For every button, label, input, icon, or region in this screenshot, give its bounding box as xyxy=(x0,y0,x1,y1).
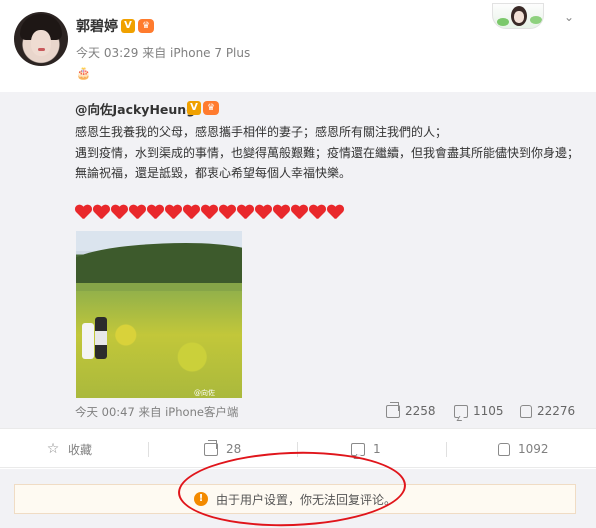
repost-meta: 今天 00:47 来自 iPhone客户端 xyxy=(75,404,238,420)
verified-badge-icon: V xyxy=(121,19,135,33)
heart-emoji-icon xyxy=(309,204,326,221)
repost-share-count: 2258 xyxy=(405,404,436,418)
heart-emoji-icon xyxy=(255,204,272,221)
heart-emoji-icon xyxy=(129,204,146,221)
reposted-content: @向佐JackyHeung V ♛ 感恩生我養我的父母，感恩攜手相伴的妻子；感恩… xyxy=(0,92,596,428)
chevron-down-icon[interactable]: ⌄ xyxy=(562,10,576,24)
repost-text-line: 無論祝福，還是詆毀，都衷心希望每個人幸福快樂。 xyxy=(75,166,352,180)
heart-emoji-icon xyxy=(183,204,200,221)
repost-comment-count: 1105 xyxy=(473,404,504,418)
cake-emoji-icon: 🎂 xyxy=(76,66,91,80)
post-time: 今天 03:29 xyxy=(76,46,139,60)
repost-share-stat[interactable]: 2258 xyxy=(386,404,436,418)
share-icon xyxy=(204,442,218,456)
like-button[interactable]: 1092 xyxy=(498,429,549,469)
repost-text-line: 遇到疫情，水到渠成的事情，也變得萬般艱難；疫情還在繼續，但我會盡其所能儘快到你身… xyxy=(75,145,580,160)
member-crown-icon: ♛ xyxy=(138,19,154,33)
author-avatar[interactable] xyxy=(14,12,68,66)
repost-like-stat[interactable]: 22276 xyxy=(520,404,575,418)
repost-member-crown-icon: ♛ xyxy=(203,101,219,115)
heart-emoji-icon xyxy=(93,204,110,221)
repost-author[interactable]: @向佐JackyHeung xyxy=(75,99,195,118)
heart-emoji-icon xyxy=(291,204,308,221)
repost-like-count: 22276 xyxy=(537,404,576,418)
repost-button[interactable]: 28 xyxy=(204,429,241,469)
heart-emoji-icon xyxy=(219,204,236,221)
thumbs-up-icon xyxy=(520,404,532,418)
heart-emoji-icon xyxy=(75,204,92,221)
repost-text: 感恩生我養我的父母，感恩攜手相伴的妻子；感恩所有關注我們的人； 遇到疫情，水到渠… xyxy=(75,122,587,184)
photo-watermark: @向佐 xyxy=(194,389,215,397)
author-name[interactable]: 郭碧婷 xyxy=(76,16,118,36)
repost-comment-stat[interactable]: 1105 xyxy=(454,404,504,418)
share-icon xyxy=(386,404,400,418)
repost-button-count: 28 xyxy=(226,442,242,456)
card-decoration-icon xyxy=(492,3,544,29)
favorite-label: 收藏 xyxy=(68,442,93,457)
repost-verified-badge-icon: V xyxy=(187,101,201,115)
heart-emoji-icon xyxy=(147,204,164,221)
heart-emoji-icon xyxy=(165,204,182,221)
heart-emoji-icon xyxy=(111,204,128,221)
comment-icon xyxy=(454,404,468,418)
favorite-button[interactable]: ☆ 收藏 xyxy=(46,429,92,469)
post-actions-bar: ☆ 收藏 28 1 1092 xyxy=(0,428,596,468)
warning-icon: ! xyxy=(193,492,208,506)
heart-emoji-icon xyxy=(201,204,218,221)
star-icon: ☆ xyxy=(46,441,60,457)
comment-icon xyxy=(351,442,365,456)
comment-disabled-notice: ! 由于用户设置，你无法回复评论。 xyxy=(14,484,576,514)
repost-photo[interactable]: @向佐 xyxy=(76,231,242,398)
heart-emoji-icon xyxy=(327,204,344,221)
post-meta: 今天 03:29 来自 iPhone 7 Plus xyxy=(76,44,250,61)
heart-emoji-icon xyxy=(273,204,290,221)
like-button-count: 1092 xyxy=(518,442,549,456)
notice-text: 由于用户设置，你无法回复评论。 xyxy=(215,492,396,507)
hearts-row xyxy=(75,204,344,221)
post-source[interactable]: 来自 iPhone 7 Plus xyxy=(142,46,250,60)
comment-button-count: 1 xyxy=(373,442,381,456)
weibo-post-card: 郭碧婷 V ♛ 今天 03:29 来自 iPhone 7 Plus 🎂 ⌄ @向… xyxy=(0,0,596,528)
repost-text-line: 感恩生我養我的父母，感恩攜手相伴的妻子；感恩所有關注我們的人； xyxy=(75,125,448,139)
heart-emoji-icon xyxy=(237,204,254,221)
repost-source[interactable]: 来自 iPhone客户端 xyxy=(138,405,238,419)
thumbs-up-icon xyxy=(498,442,510,456)
comment-button[interactable]: 1 xyxy=(351,429,381,469)
repost-time: 今天 00:47 xyxy=(75,405,135,419)
